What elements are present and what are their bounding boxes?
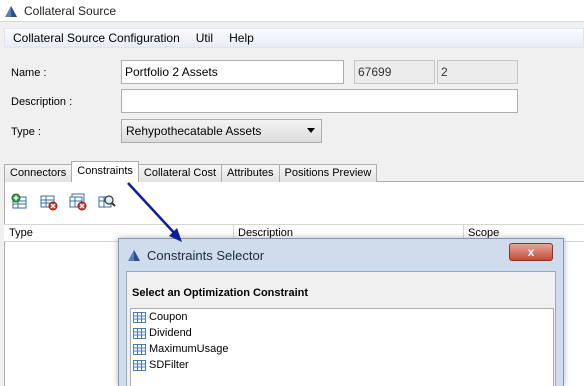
table-icon bbox=[133, 359, 146, 371]
version-field: 2 bbox=[437, 60, 518, 84]
add-constraint-icon bbox=[11, 193, 27, 209]
list-item-label: Coupon bbox=[149, 311, 188, 323]
window-title: Collateral Source bbox=[24, 3, 117, 18]
tab-connectors[interactable]: Connectors bbox=[4, 164, 73, 182]
list-item-maximumusage[interactable]: MaximumUsage bbox=[131, 341, 553, 357]
dialog-title: Constraints Selector bbox=[147, 247, 265, 263]
remove-constraint-icon bbox=[40, 195, 58, 211]
add-constraint-button[interactable] bbox=[10, 192, 30, 212]
description-label: Description : bbox=[11, 96, 73, 108]
app-icon bbox=[5, 5, 17, 17]
constraints-toolbar bbox=[10, 192, 126, 212]
type-select-value: Rehypothecatable Assets bbox=[126, 124, 262, 138]
tab-constraints[interactable]: Constraints bbox=[71, 161, 139, 182]
close-button[interactable]: x bbox=[509, 243, 553, 261]
dialog-body: Select an Optimization Constraint Coupon… bbox=[126, 271, 556, 386]
list-item-label: SDFilter bbox=[149, 359, 189, 371]
dialog-titlebar[interactable]: Constraints Selector x bbox=[119, 239, 563, 271]
name-label: Name : bbox=[11, 67, 47, 79]
column-header-type[interactable]: Type bbox=[9, 227, 33, 239]
dialog-heading: Select an Optimization Constraint bbox=[132, 287, 309, 299]
type-label: Type : bbox=[11, 126, 41, 138]
inspect-constraint-icon bbox=[98, 195, 116, 208]
app-icon bbox=[128, 250, 140, 261]
close-icon: x bbox=[527, 245, 535, 259]
list-item-label: Dividend bbox=[149, 327, 192, 339]
window-titlebar: Collateral Source bbox=[0, 0, 584, 22]
description-field[interactable] bbox=[121, 89, 518, 113]
menu-help[interactable]: Help bbox=[221, 31, 262, 45]
constraint-list[interactable]: Coupon Dividend MaximumUsage SDFilter bbox=[130, 308, 554, 386]
name-field[interactable]: Portfolio 2 Assets bbox=[121, 60, 344, 84]
list-item-label: MaximumUsage bbox=[149, 343, 229, 355]
remove-constraint-button[interactable] bbox=[39, 192, 59, 212]
table-icon bbox=[133, 311, 146, 323]
tab-collateral-cost[interactable]: Collateral Cost bbox=[137, 164, 223, 182]
type-select[interactable]: Rehypothecatable Assets bbox=[121, 119, 322, 143]
menu-bar: Collateral Source Configuration Util Hel… bbox=[4, 28, 584, 48]
list-item-coupon[interactable]: Coupon bbox=[131, 309, 553, 325]
table-icon bbox=[133, 327, 146, 339]
tab-positions-preview[interactable]: Positions Preview bbox=[278, 164, 378, 182]
tab-strip: Connectors Constraints Collateral Cost A… bbox=[4, 161, 378, 182]
menu-util[interactable]: Util bbox=[188, 31, 221, 45]
remove-all-constraints-button[interactable] bbox=[68, 192, 88, 212]
table-icon bbox=[133, 343, 146, 355]
list-item-sdfilter[interactable]: SDFilter bbox=[131, 357, 553, 373]
remove-all-constraints-icon bbox=[69, 193, 87, 211]
id-field: 67699 bbox=[354, 60, 435, 84]
tab-attributes[interactable]: Attributes bbox=[221, 164, 280, 182]
inspect-constraint-button[interactable] bbox=[97, 192, 117, 212]
menu-collateral-source-configuration[interactable]: Collateral Source Configuration bbox=[5, 31, 188, 45]
chevron-down-icon bbox=[307, 128, 315, 133]
constraints-selector-dialog: Constraints Selector x Select an Optimiz… bbox=[118, 238, 564, 386]
list-item-dividend[interactable]: Dividend bbox=[131, 325, 553, 341]
